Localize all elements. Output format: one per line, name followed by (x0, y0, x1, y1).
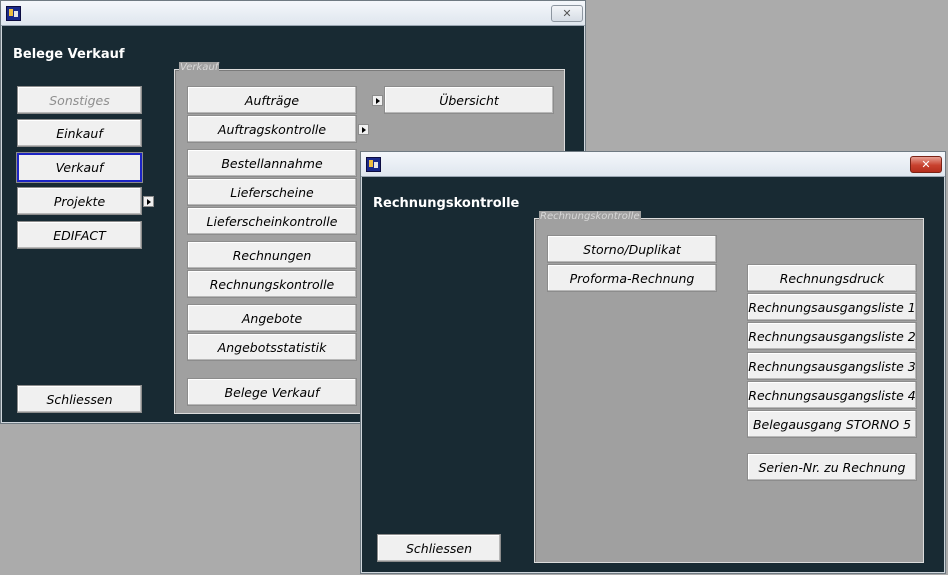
uebersicht-button[interactable]: Übersicht (384, 86, 554, 114)
auftraege-submenu-arrow-icon[interactable] (372, 95, 383, 106)
close-icon[interactable]: ✕ (910, 156, 942, 173)
sonstiges-button[interactable]: Sonstiges (17, 86, 142, 114)
rechnungsausgangsliste-2-button[interactable]: Rechnungsausgangsliste 2 (747, 322, 917, 350)
group-legend: Verkauf (179, 62, 220, 74)
serien-nr-zu-rechnung-button[interactable]: Serien-Nr. zu Rechnung (747, 453, 917, 481)
rechnungsausgangsliste-1-button[interactable]: Rechnungsausgangsliste 1 (747, 293, 917, 321)
projekte-submenu-arrow-icon[interactable] (143, 196, 154, 207)
bestellannahme-button[interactable]: Bestellannahme (187, 149, 357, 177)
projekte-button[interactable]: Projekte (17, 187, 142, 215)
close-icon[interactable]: ✕ (551, 5, 583, 22)
angebote-button[interactable]: Angebote (187, 304, 357, 332)
rechnungsdruck-button[interactable]: Rechnungsdruck (747, 264, 917, 292)
rechnungen-button[interactable]: Rechnungen (187, 241, 357, 269)
rechnungskontrolle-window: ✕ Rechnungskontrolle Rechnungskontrolle … (360, 151, 946, 574)
app-icon[interactable] (6, 6, 21, 21)
lieferscheinkontrolle-button[interactable]: Lieferscheinkontrolle (187, 207, 357, 235)
rechnungsausgangsliste-4-button[interactable]: Rechnungsausgangsliste 4 (747, 381, 917, 409)
form-title: Belege Verkauf (13, 47, 125, 62)
belegausgang-storno-button[interactable]: Belegausgang STORNO 5 (747, 410, 917, 438)
app-icon[interactable] (366, 157, 381, 172)
window-titlebar[interactable]: ✕ (361, 152, 945, 177)
lieferscheine-button[interactable]: Lieferscheine (187, 178, 357, 206)
verkauf-button[interactable]: Verkauf (16, 152, 143, 183)
group-legend: Rechnungskontrolle (539, 211, 641, 223)
auftraege-button[interactable]: Aufträge (187, 86, 357, 114)
belege-verkauf-button[interactable]: Belege Verkauf (187, 378, 357, 406)
proforma-rechnung-button[interactable]: Proforma-Rechnung (547, 264, 717, 292)
form-title: Rechnungskontrolle (373, 196, 520, 211)
window-titlebar[interactable]: ✕ (1, 1, 585, 26)
rechnungsausgangsliste-3-button[interactable]: Rechnungsausgangsliste 3 (747, 352, 917, 380)
rechnungskontrolle-button[interactable]: Rechnungskontrolle (187, 270, 357, 298)
edifact-button[interactable]: EDIFACT (17, 221, 142, 249)
angebotsstatistik-button[interactable]: Angebotsstatistik (187, 333, 357, 361)
auftragskontrolle-button[interactable]: Auftragskontrolle (187, 115, 357, 143)
auftragskontrolle-submenu-arrow-icon[interactable] (358, 124, 369, 135)
einkauf-button[interactable]: Einkauf (17, 119, 142, 147)
schliessen-button[interactable]: Schliessen (377, 534, 501, 562)
storno-duplikat-button[interactable]: Storno/Duplikat (547, 235, 717, 263)
schliessen-button[interactable]: Schliessen (17, 385, 142, 413)
